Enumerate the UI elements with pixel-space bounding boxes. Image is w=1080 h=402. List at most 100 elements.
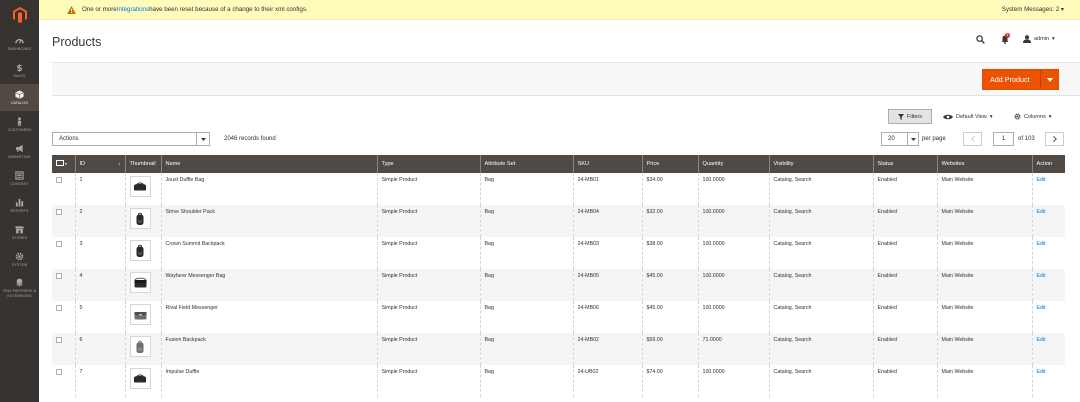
row-checkbox[interactable]	[56, 369, 62, 375]
row-checkbox[interactable]	[56, 241, 62, 247]
product-thumbnail-image[interactable]	[129, 240, 151, 261]
cell-action: Edit	[1032, 205, 1065, 237]
product-thumbnail-image[interactable]	[129, 176, 151, 197]
integrations-link[interactable]: Integrations	[117, 6, 149, 13]
user-icon	[1023, 35, 1031, 43]
cell-id: 2	[75, 205, 126, 237]
cell-websites: Main Website	[937, 301, 1033, 333]
column-header-attribute-set[interactable]: Attribute Set	[480, 155, 574, 173]
table-row[interactable]: 5 Rival Field Messenger Simple Product Bag 2…	[52, 301, 1065, 333]
edit-link[interactable]: Edit	[1037, 337, 1046, 343]
mass-actions-label: Actions	[59, 136, 79, 142]
cell-sku: 24-MB03	[573, 237, 643, 269]
system-message-text-before: One or more	[82, 6, 117, 13]
sidebar-item-stores[interactable]: STORES	[0, 219, 39, 246]
column-header-price[interactable]: Price	[642, 155, 699, 173]
default-view-label: Default View	[956, 113, 987, 120]
cell-websites: Main Website	[937, 205, 1033, 237]
search-icon[interactable]	[976, 35, 985, 46]
default-view-button[interactable]: Default View ▾	[943, 109, 993, 124]
edit-link[interactable]: Edit	[1037, 305, 1046, 311]
add-product-dropdown-toggle[interactable]	[1040, 70, 1058, 89]
row-checkbox[interactable]	[56, 305, 62, 311]
cell-thumbnail	[125, 205, 162, 237]
edit-link[interactable]: Edit	[1037, 369, 1046, 375]
product-thumbnail-image[interactable]	[129, 304, 151, 325]
per-page-select[interactable]: 20	[881, 132, 919, 146]
sidebar-item-find-partners-extensions[interactable]: FIND PARTNERS & EXTENSIONS	[0, 273, 39, 303]
column-header-quantity[interactable]: Quantity	[698, 155, 770, 173]
column-header-visibility[interactable]: Visibility	[769, 155, 874, 173]
cell-id: 6	[75, 333, 126, 365]
mass-select-checkbox[interactable]	[56, 160, 64, 166]
cell-attribute-set: Bag	[480, 173, 574, 205]
dashboard-icon	[15, 36, 24, 45]
column-header-type[interactable]: Type	[377, 155, 481, 173]
grid-header-row: ▾ ID ↓ Thumbnail Name Type Attribute Set …	[52, 155, 1065, 173]
cell-id: 4	[75, 269, 126, 301]
edit-link[interactable]: Edit	[1037, 241, 1046, 247]
notifications-bell-icon[interactable]: 4	[1001, 33, 1010, 46]
chevron-down-icon: ▾	[1051, 36, 1055, 42]
sidebar-item-system[interactable]: SYSTEM	[0, 246, 39, 273]
row-select-cell	[52, 333, 76, 365]
columns-button[interactable]: Columns ▾	[1014, 109, 1051, 124]
add-product-button[interactable]: Add Product	[982, 69, 1059, 90]
gear-icon	[1014, 113, 1021, 120]
column-header-status[interactable]: Status	[873, 155, 938, 173]
table-row[interactable]: 3 Crown Summit Backpack Simple Product Bag 2…	[52, 237, 1065, 269]
row-checkbox[interactable]	[56, 273, 62, 279]
product-thumbnail-image[interactable]	[129, 208, 151, 229]
row-checkbox[interactable]	[56, 209, 62, 215]
table-row[interactable]: 6 Fusion Backpack Simple Product Bag 24-MB02…	[52, 333, 1065, 365]
table-row[interactable]: 2 Strive Shoulder Pack Simple Product Bag 24…	[52, 205, 1065, 237]
mass-select-header[interactable]: ▾	[52, 155, 76, 173]
table-row[interactable]: 1 Joust Duffle Bag Simple Product Bag 24-MB0…	[52, 173, 1065, 205]
cell-status: Enabled	[873, 269, 938, 301]
sidebar-item-sales[interactable]: $ SALES	[0, 57, 39, 84]
product-thumbnail-image[interactable]	[129, 336, 151, 357]
edit-link[interactable]: Edit	[1037, 209, 1046, 215]
page-actions-bar: Add Product	[52, 62, 1080, 96]
row-checkbox[interactable]	[56, 177, 62, 183]
row-select-cell	[52, 365, 76, 397]
cube-icon	[15, 90, 24, 99]
product-thumbnail-image[interactable]	[129, 272, 151, 293]
cell-attribute-set: Bag	[480, 301, 574, 333]
row-select-cell	[52, 237, 76, 269]
edit-link[interactable]: Edit	[1037, 177, 1046, 183]
filters-button[interactable]: Filters	[888, 109, 932, 124]
magento-logo-icon[interactable]	[0, 0, 39, 30]
previous-page-button[interactable]	[963, 132, 982, 146]
cell-thumbnail	[125, 173, 162, 205]
cell-type: Simple Product	[377, 173, 481, 205]
product-thumbnail-image[interactable]	[129, 368, 151, 389]
column-header-id[interactable]: ID ↓	[75, 155, 126, 173]
cell-thumbnail	[125, 333, 162, 365]
sidebar-item-content[interactable]: CONTENT	[0, 165, 39, 192]
table-row[interactable]: 7 Impulse Duffle Simple Product Bag 24-UB02 $…	[52, 365, 1065, 397]
row-checkbox[interactable]	[56, 337, 62, 343]
column-header-websites[interactable]: Websites	[937, 155, 1033, 173]
system-messages-toggle[interactable]: System Messages: 2 ▾	[1002, 6, 1064, 13]
sidebar-item-catalog[interactable]: CATALOG	[0, 84, 39, 111]
cell-name: Rival Field Messenger	[161, 301, 378, 333]
system-message-text-after: have been reset because of a change to t…	[149, 6, 308, 13]
admin-user-menu[interactable]: admin ▾	[1023, 35, 1055, 43]
column-header-sku[interactable]: SKU	[573, 155, 643, 173]
sidebar-item-marketing[interactable]: MARKETING	[0, 138, 39, 165]
sidebar-item-dashboard[interactable]: DASHBOARD	[0, 30, 39, 57]
cell-status: Enabled	[873, 237, 938, 269]
cell-thumbnail	[125, 365, 162, 397]
sidebar-item-customers[interactable]: CUSTOMERS	[0, 111, 39, 138]
table-row[interactable]: 4 Wayfarer Messenger Bag Simple Product Bag…	[52, 269, 1065, 301]
column-header-name[interactable]: Name	[161, 155, 378, 173]
next-page-button[interactable]	[1045, 132, 1064, 146]
cell-attribute-set: Bag	[480, 205, 574, 237]
sidebar-item-reports[interactable]: REPORTS	[0, 192, 39, 219]
current-page-input[interactable]: 1	[993, 132, 1014, 146]
mass-actions-select[interactable]: Actions	[52, 132, 210, 146]
cell-price: $59.00	[642, 333, 699, 365]
cell-thumbnail	[125, 237, 162, 269]
edit-link[interactable]: Edit	[1037, 273, 1046, 279]
